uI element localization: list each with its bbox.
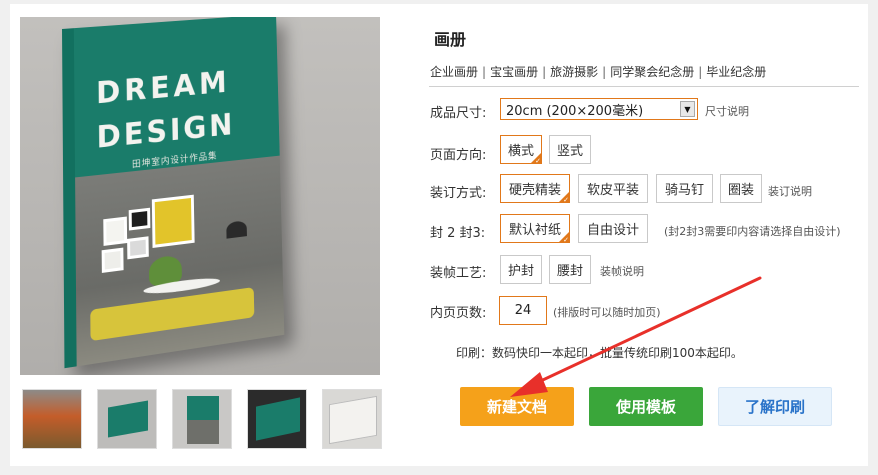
size-select[interactable]: 20cm (200×200毫米) ▼ — [500, 98, 698, 120]
lamp — [226, 220, 247, 239]
use-template-button[interactable]: 使用模板 — [589, 387, 703, 426]
size-help-link[interactable]: 尺寸说明 — [705, 103, 749, 119]
thumb-book — [108, 400, 148, 438]
book-mockup: DREAM DESIGN 田坤室内设计作品集 — [62, 17, 285, 369]
wall-art — [127, 236, 149, 260]
category-link[interactable]: 旅游摄影 — [550, 65, 598, 79]
size-select-value: 20cm (200×200毫米) — [506, 103, 644, 119]
category-link[interactable]: 宝宝画册 — [490, 65, 538, 79]
finish-option-belly-band[interactable]: 腰封 — [549, 255, 591, 284]
finish-label: 装帧工艺: — [430, 266, 487, 281]
category-link[interactable]: 企业画册 — [430, 65, 478, 79]
wall-art — [151, 194, 195, 248]
thumbnail-5[interactable] — [322, 389, 382, 449]
size-label: 成品尺寸: — [430, 106, 487, 121]
divider — [429, 86, 859, 87]
thumbnail-3[interactable] — [172, 389, 232, 449]
wall-art — [103, 216, 128, 246]
product-title: 画册 — [434, 30, 467, 49]
thumbnail-4[interactable] — [247, 389, 307, 449]
binding-option-ring[interactable]: 圈装 — [720, 174, 762, 203]
category-links: 企业画册 | 宝宝画册 | 旅游摄影 | 同学聚会纪念册 | 毕业纪念册 — [430, 63, 766, 80]
binding-option-saddle-stitch[interactable]: 骑马钉 — [656, 174, 713, 203]
cover23-label: 封 2 封3: — [430, 226, 486, 241]
orientation-label: 页面方向: — [430, 148, 487, 163]
cover23-note: (封2封3需要印内容请选择自由设计) — [664, 225, 841, 238]
print-note: 印刷：数码快印一本起印，批量传统印刷100本起印。 — [456, 346, 743, 360]
wall-art — [128, 207, 151, 231]
thumb-open-book — [329, 395, 377, 445]
binding-help-link[interactable]: 装订说明 — [768, 183, 812, 199]
main-preview-image: DREAM DESIGN 田坤室内设计作品集 — [20, 17, 380, 375]
pages-note: (排版时可以随时加页) — [553, 306, 661, 319]
page-count-input[interactable]: 24 — [499, 296, 547, 325]
finish-option-jacket[interactable]: 护封 — [500, 255, 542, 284]
binding-label: 装订方式: — [430, 186, 487, 201]
binding-option-hardcover[interactable]: 硬壳精装 — [500, 174, 570, 204]
new-document-button[interactable]: 新建文档 — [460, 387, 574, 426]
thumbnail-1[interactable] — [22, 389, 82, 449]
binding-option-softcover[interactable]: 软皮平装 — [578, 174, 648, 203]
orientation-option-landscape[interactable]: 横式 — [500, 135, 542, 165]
separator: | — [482, 65, 487, 79]
learn-printing-button[interactable]: 了解印刷 — [718, 387, 832, 426]
separator: | — [698, 65, 703, 79]
separator: | — [602, 65, 607, 79]
thumb-book — [256, 397, 300, 441]
category-link[interactable]: 毕业纪念册 — [706, 65, 766, 79]
cover23-option-custom[interactable]: 自由设计 — [578, 214, 648, 243]
orientation-option-portrait[interactable]: 竖式 — [549, 135, 591, 164]
cover23-option-default[interactable]: 默认衬纸 — [500, 214, 570, 244]
category-link[interactable]: 同学聚会纪念册 — [610, 65, 694, 79]
pages-label: 内页页数: — [430, 306, 487, 321]
chevron-down-icon[interactable]: ▼ — [680, 101, 695, 117]
separator: | — [542, 65, 547, 79]
thumbnail-2[interactable] — [97, 389, 157, 449]
wall-art — [101, 247, 124, 273]
finish-help-link[interactable]: 装帧说明 — [600, 263, 644, 279]
thumb-room — [187, 420, 219, 444]
